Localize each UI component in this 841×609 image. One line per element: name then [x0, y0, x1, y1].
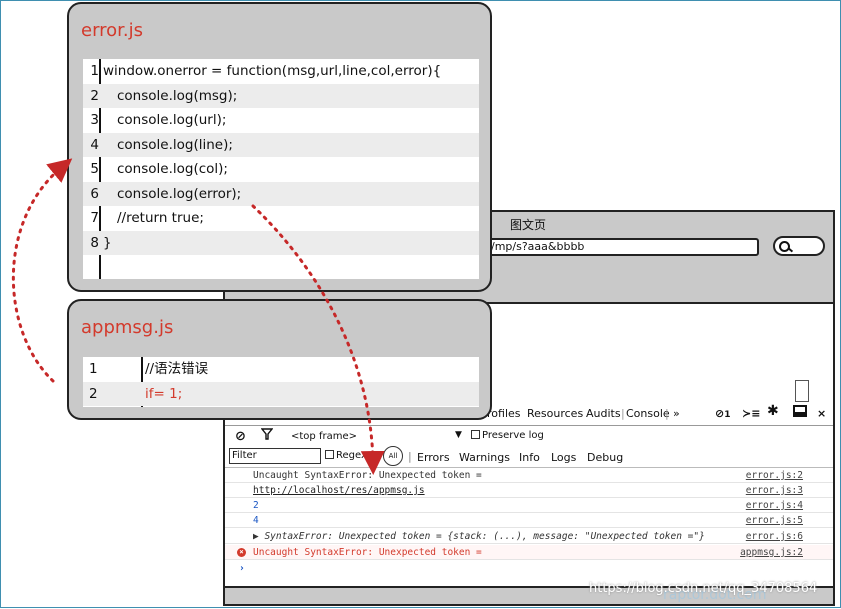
annotation-arrows: [11, 158, 385, 475]
curved-arrow-down: [251, 204, 385, 475]
curved-arrow-left: [11, 158, 73, 383]
watermark: https://blog.csdn.net/qq_34708564: [589, 581, 818, 596]
